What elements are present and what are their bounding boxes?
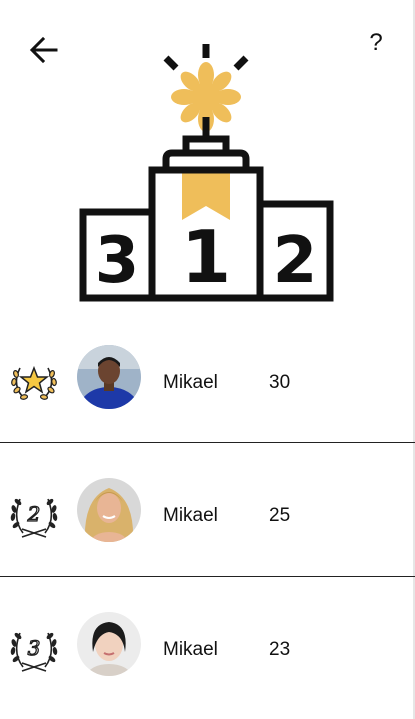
podium-place-third: 3	[95, 224, 140, 298]
leaderboard-row-1[interactable]: Mikael 30	[0, 317, 415, 449]
player-name: Mikael	[163, 505, 218, 526]
podium-illustration: 3 1 2	[74, 40, 338, 304]
podium-place-first: 1	[181, 215, 231, 299]
podium-trophy-icon: 3 1 2	[79, 44, 334, 302]
avatar	[77, 612, 141, 676]
player-score: 30	[269, 372, 291, 393]
leaderboard-row-2[interactable]: 2 Mikael 25	[0, 450, 415, 582]
laurel-rank-3-icon: 3	[8, 623, 60, 675]
avatar	[77, 478, 141, 542]
help-button[interactable]: ?	[362, 28, 390, 58]
row-divider	[0, 576, 415, 577]
player-score: 25	[269, 505, 291, 526]
player-name: Mikael	[163, 639, 218, 660]
avatar	[77, 345, 141, 409]
badge-rank-2: 2	[27, 502, 41, 526]
player-name: Mikael	[163, 372, 218, 393]
arrow-left-icon	[29, 36, 58, 64]
player-score: 23	[269, 639, 291, 660]
laurel-rank-2-icon: 2	[8, 489, 60, 541]
laurel-star-medal-icon	[8, 356, 60, 408]
back-button[interactable]	[26, 32, 62, 68]
leaderboard-row-3[interactable]: 3 Mikael 23	[0, 584, 415, 716]
podium-place-second: 2	[273, 224, 318, 298]
row-divider	[0, 442, 415, 443]
badge-rank-3: 3	[28, 636, 41, 660]
